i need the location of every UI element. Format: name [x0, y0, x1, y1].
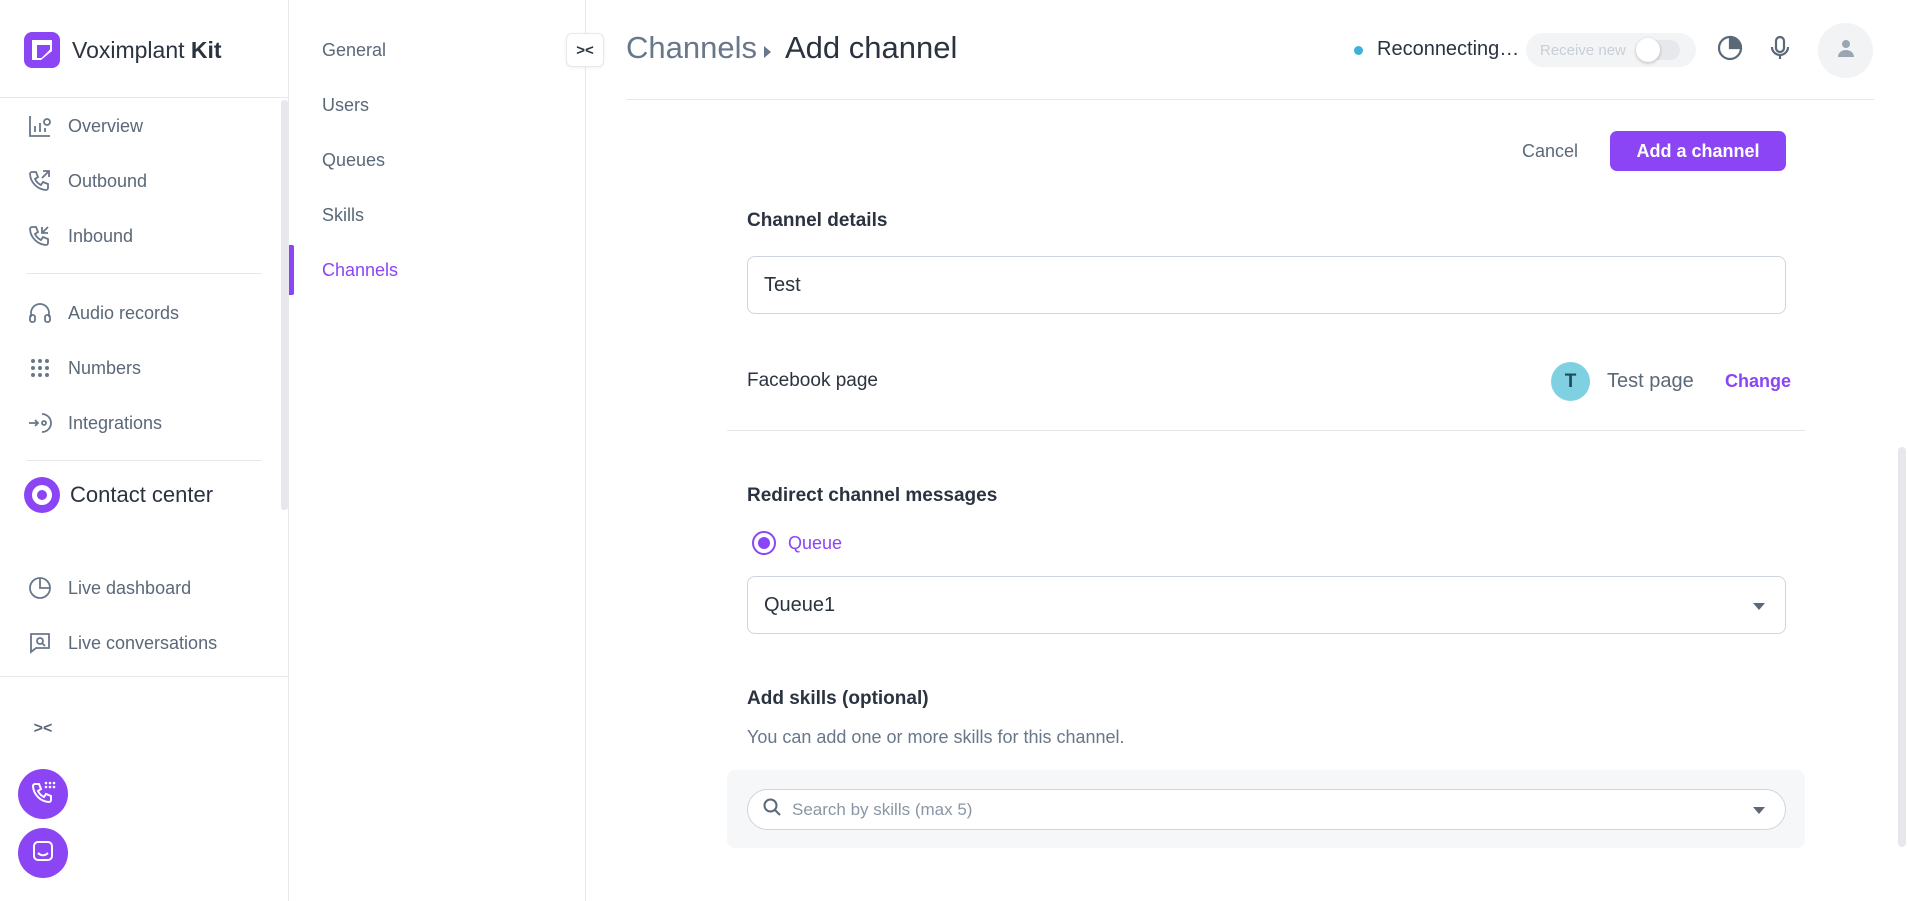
redirect-title: Redirect channel messages: [747, 485, 998, 506]
sidebar-bottom-divider: [0, 676, 288, 677]
user-icon: [1835, 37, 1857, 64]
main-sidebar: Voximplant Kit Overview Outbound Inbound…: [0, 0, 289, 901]
subnav-item-users[interactable]: Users: [289, 80, 585, 130]
settings-subnav: General Users Queues Skills Channels: [289, 0, 586, 901]
sidebar-item-label: Audio records: [68, 302, 180, 323]
sidebar-item-live-dashboard[interactable]: Live dashboard: [26, 573, 191, 603]
radio-dot: [758, 537, 770, 549]
microphone-button[interactable]: [1764, 34, 1796, 66]
skills-panel: Search by skills (max 5): [727, 770, 1805, 848]
sidebar-item-label: Live conversations: [68, 632, 218, 653]
page-scrollbar[interactable]: [1898, 447, 1906, 847]
add-channel-button[interactable]: Add a channel: [1610, 131, 1786, 171]
sidebar-divider: [26, 460, 262, 461]
subnav-item-channels[interactable]: Channels: [289, 245, 585, 295]
brand-name: Voximplant Kit: [72, 36, 222, 63]
toggle-switch[interactable]: [1636, 38, 1680, 62]
sidebar-item-live-conversations[interactable]: Live conversations: [26, 628, 217, 658]
collapse-arrows-icon: ><: [33, 720, 53, 737]
queue-selected-value: Queue1: [764, 593, 836, 616]
chevron-down-icon: [1753, 807, 1765, 814]
connection-status: Reconnecting…: [1377, 38, 1520, 60]
subnav-collapse-button[interactable]: ><: [566, 33, 604, 67]
skills-search-placeholder: Search by skills (max 5): [792, 799, 973, 819]
voximplant-logo-icon: [24, 32, 60, 68]
sidebar-item-audio-records[interactable]: Audio records: [26, 298, 179, 328]
chat-widget-button[interactable]: [18, 828, 68, 878]
contact-center-brand[interactable]: Contact center: [24, 477, 213, 513]
phone-incoming-icon: [26, 222, 54, 250]
sidebar-item-label: Inbound: [68, 225, 134, 246]
sidebar-item-integrations[interactable]: Integrations: [26, 408, 162, 438]
receive-new-toggle[interactable]: Receive new: [1526, 33, 1696, 67]
headphones-icon: [26, 299, 54, 327]
form-divider: [727, 430, 1805, 431]
integrations-icon: [26, 409, 54, 437]
cancel-button[interactable]: Cancel: [1510, 132, 1590, 170]
brand[interactable]: Voximplant Kit: [24, 30, 222, 70]
sidebar-item-label: Numbers: [68, 357, 142, 378]
channel-details-title: Channel details: [747, 210, 888, 231]
keypad-icon: [26, 354, 54, 382]
sidebar-scrollbar[interactable]: [281, 100, 288, 510]
softphone-button[interactable]: [18, 769, 68, 819]
sidebar-item-outbound[interactable]: Outbound: [26, 166, 147, 196]
toggle-label: Receive new: [1540, 41, 1626, 59]
subnav-item-skills[interactable]: Skills: [289, 190, 585, 240]
sidebar-item-label: Integrations: [68, 412, 163, 433]
subnav-item-queues[interactable]: Queues: [289, 135, 585, 185]
app-root: Voximplant Kit Overview Outbound Inbound…: [0, 0, 1908, 901]
collapse-arrows-icon: ><: [576, 41, 594, 59]
skills-search-input[interactable]: Search by skills (max 5): [747, 789, 1786, 830]
sidebar-item-overview[interactable]: Overview: [26, 111, 143, 141]
status-pie-button[interactable]: [1714, 34, 1746, 66]
search-icon: [762, 797, 782, 822]
phone-outgoing-icon: [26, 167, 54, 195]
subnav-item-general[interactable]: General: [289, 25, 585, 75]
pie-chart-icon: [1716, 34, 1744, 67]
facebook-page-label: Facebook page: [747, 370, 878, 391]
chat-bubble-icon: [30, 838, 56, 869]
breadcrumb-chevron-icon: [764, 46, 771, 58]
sidebar-item-label: Overview: [68, 115, 144, 136]
skills-hint: You can add one or more skills for this …: [747, 727, 1125, 747]
sidebar-collapse-button[interactable]: ><: [28, 716, 58, 742]
status-dot: [1354, 46, 1363, 55]
queue-select[interactable]: Queue1: [747, 576, 1786, 634]
toggle-knob: [1636, 38, 1660, 62]
channel-name-input[interactable]: [747, 256, 1786, 314]
page-title: Add channel: [785, 30, 958, 65]
user-avatar[interactable]: [1818, 23, 1873, 78]
skills-title: Add skills (optional): [747, 688, 929, 709]
change-page-link[interactable]: Change: [1725, 371, 1791, 392]
contact-center-title: Contact center: [70, 482, 214, 507]
sidebar-item-numbers[interactable]: Numbers: [26, 353, 141, 383]
radio-label: Queue: [788, 532, 843, 553]
page-avatar: T: [1551, 362, 1590, 401]
microphone-icon: [1766, 34, 1794, 67]
sidebar-item-label: Outbound: [68, 170, 148, 191]
sidebar-nav: Overview Outbound Inbound Audio records: [0, 98, 288, 676]
contact-center-logo-icon: [24, 477, 60, 513]
sidebar-item-label: Live dashboard: [68, 577, 192, 598]
sidebar-divider: [26, 273, 262, 274]
chat-search-icon: [26, 629, 54, 657]
queue-radio-option[interactable]: Queue: [752, 531, 842, 555]
facebook-page-name: Test page: [1607, 370, 1694, 392]
phone-keypad-icon: [30, 779, 56, 810]
page-header: Channels Add channel Reconnecting… Recei…: [626, 0, 1874, 100]
breadcrumb-channels[interactable]: Channels: [626, 30, 757, 66]
sidebar-item-inbound[interactable]: Inbound: [26, 221, 133, 251]
chart-bars-icon: [26, 112, 54, 140]
pie-chart-icon: [26, 574, 54, 602]
radio-button[interactable]: [752, 531, 776, 555]
chevron-down-icon: [1753, 603, 1765, 610]
